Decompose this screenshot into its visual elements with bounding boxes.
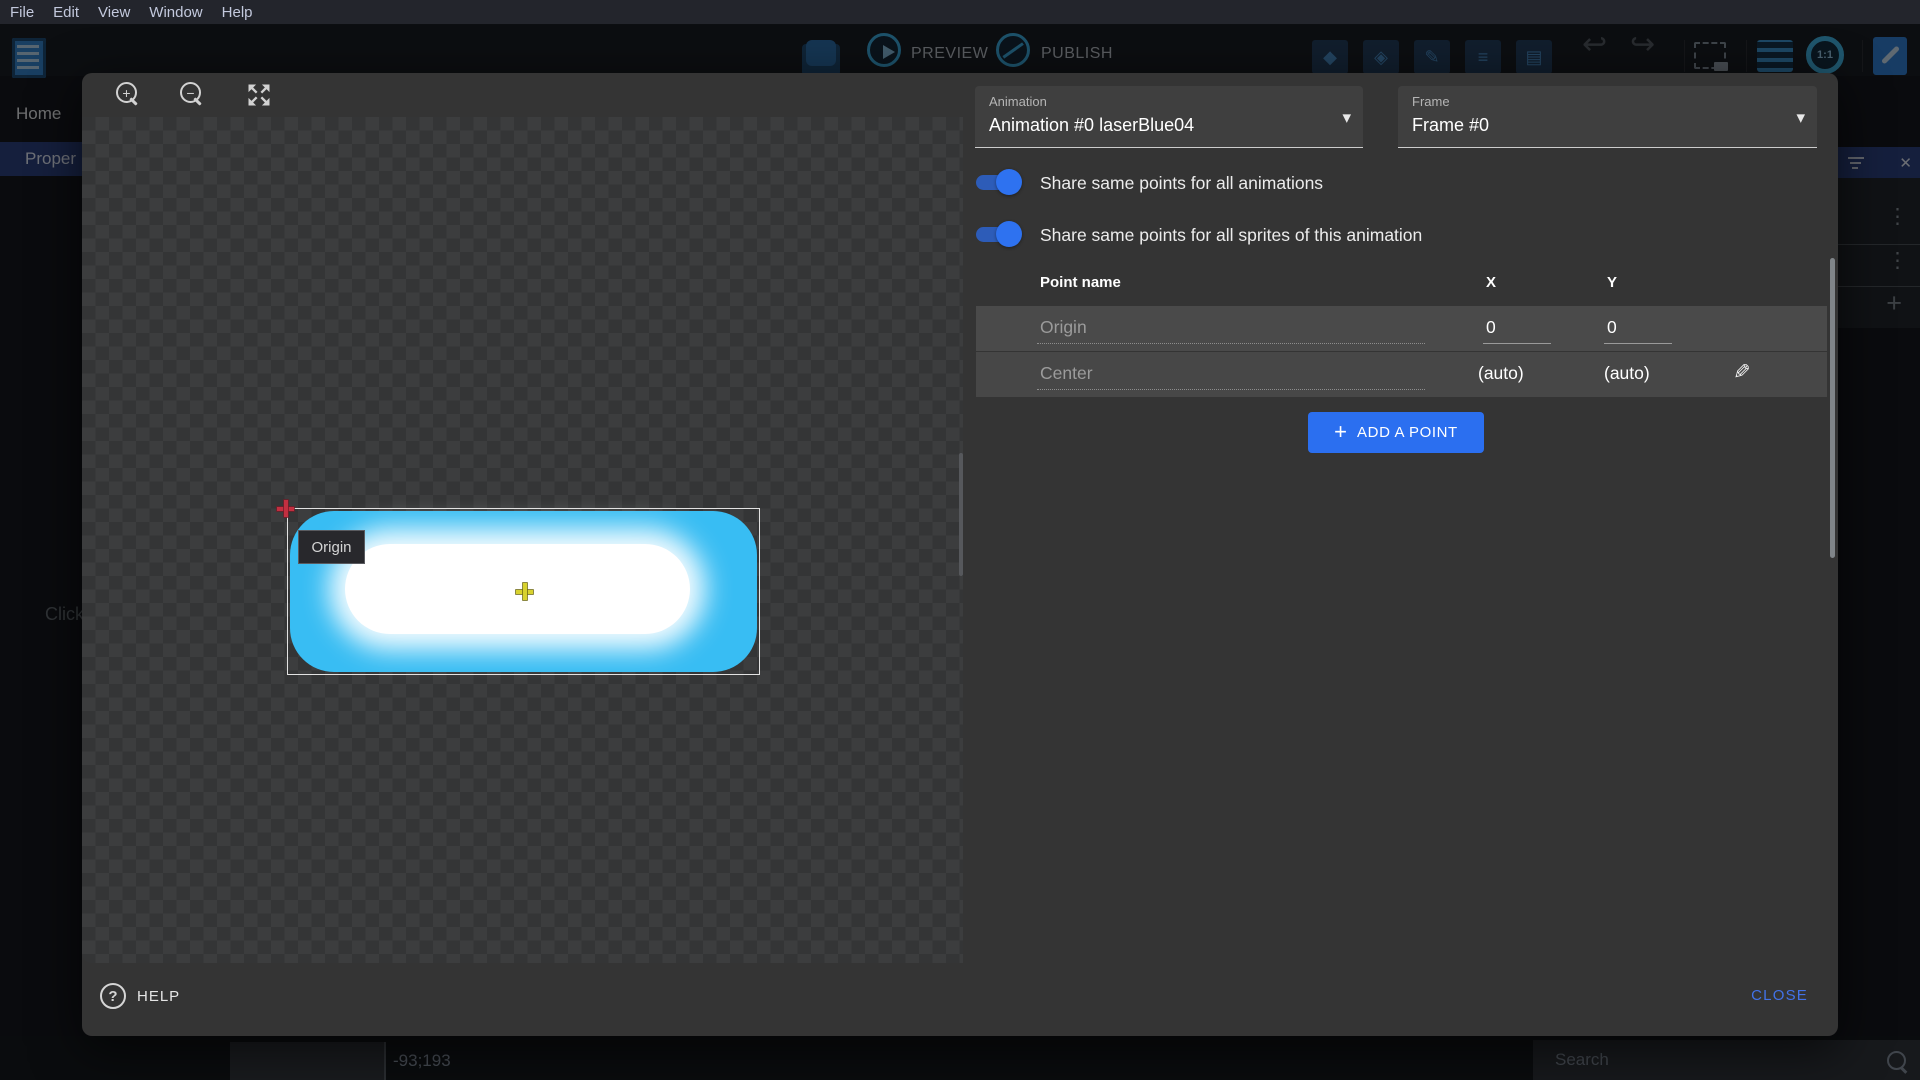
menu-edit[interactable]: Edit: [53, 4, 79, 21]
menu-window[interactable]: Window: [149, 4, 202, 21]
help-icon: ?: [100, 983, 126, 1009]
dialog-footer: ? HELP CLOSE: [82, 963, 1838, 1036]
frame-select[interactable]: Frame Frame #0 ▾: [1398, 86, 1817, 148]
add-a-point-label: ADD A POINT: [1357, 424, 1458, 441]
share-points-all-sprites-toggle[interactable]: [975, 221, 1022, 247]
close-button[interactable]: CLOSE: [1751, 987, 1808, 1004]
toggle-thumb: [996, 169, 1022, 195]
point-x-field[interactable]: 0: [1486, 317, 1496, 338]
point-name-field: Center: [1040, 363, 1093, 384]
toggle-thumb: [996, 221, 1022, 247]
origin-point-tooltip: Origin: [298, 530, 365, 564]
app-window: File Edit View Window Help PREVIEW PUBLI…: [0, 0, 1920, 1080]
point-x-underline: [1483, 343, 1551, 344]
canvas-toolbar: + −: [82, 73, 967, 117]
share-points-all-animations-toggle[interactable]: [975, 169, 1022, 195]
point-name-field: Origin: [1040, 317, 1087, 338]
center-point-marker[interactable]: [516, 583, 533, 600]
origin-point-marker[interactable]: [277, 500, 294, 517]
add-a-point-button[interactable]: + ADD A POINT: [1308, 412, 1484, 453]
point-y-underline: [1604, 343, 1672, 344]
share-points-all-animations-label: Share same points for all animations: [1040, 173, 1323, 194]
column-header-x: X: [1486, 274, 1496, 291]
column-header-point-name: Point name: [1040, 274, 1121, 291]
animation-select-value: Animation #0 laserBlue04: [989, 115, 1194, 136]
magnifier-handle: [129, 97, 137, 105]
frame-select-value: Frame #0: [1412, 115, 1489, 136]
magnifier-handle: [193, 97, 201, 105]
animation-select-label: Animation: [989, 94, 1047, 109]
plus-icon: +: [1334, 421, 1347, 443]
animation-select[interactable]: Animation Animation #0 laserBlue04 ▾: [975, 86, 1363, 148]
dialog-scrollbar[interactable]: [1830, 258, 1835, 558]
chevron-down-icon: ▾: [1342, 108, 1351, 128]
zoom-in-icon[interactable]: +: [115, 81, 143, 109]
zoom-out-icon[interactable]: −: [179, 81, 207, 109]
edit-points-dialog: + −: [82, 73, 1838, 1036]
point-y-field[interactable]: 0: [1607, 317, 1617, 338]
share-points-all-sprites-label: Share same points for all sprites of thi…: [1040, 225, 1422, 246]
table-row-origin: Origin 0 0: [976, 306, 1827, 351]
sprite-canvas[interactable]: Origin: [82, 117, 963, 963]
menu-view[interactable]: View: [98, 4, 130, 21]
help-button[interactable]: ? HELP: [100, 983, 180, 1009]
column-header-y: Y: [1607, 274, 1617, 291]
menu-bar: File Edit View Window Help: [0, 0, 1920, 24]
point-x-field: (auto): [1478, 363, 1524, 384]
frame-select-label: Frame: [1412, 94, 1450, 109]
menu-help[interactable]: Help: [222, 4, 253, 21]
canvas-scrollbar[interactable]: [959, 453, 963, 576]
table-row-center: Center (auto) (auto) ✎: [976, 352, 1827, 397]
point-name-underline: [1037, 389, 1425, 390]
fit-to-screen-icon[interactable]: [245, 81, 273, 109]
menu-file[interactable]: File: [10, 4, 34, 21]
point-name-underline: [1037, 343, 1425, 344]
point-y-field: (auto): [1604, 363, 1650, 384]
chevron-down-icon: ▾: [1796, 108, 1805, 128]
help-label: HELP: [137, 988, 180, 1005]
edit-point-icon[interactable]: ✎: [1733, 360, 1751, 385]
